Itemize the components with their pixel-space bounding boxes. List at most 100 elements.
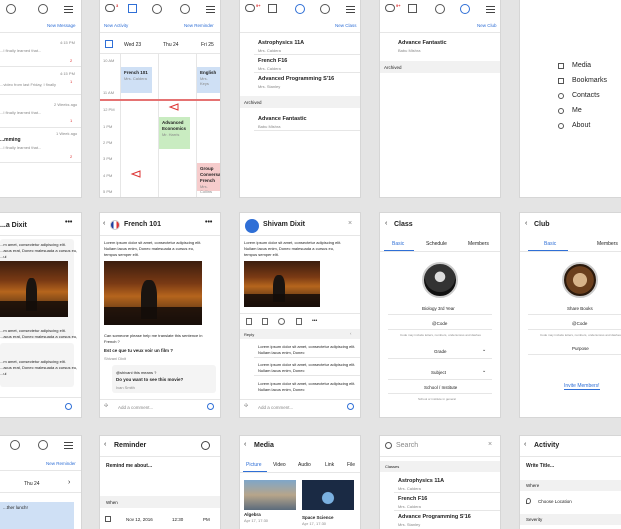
- close-icon[interactable]: ×: [348, 220, 352, 227]
- new-reminder-button[interactable]: New Reminder: [184, 23, 214, 28]
- media-thumb[interactable]: [244, 480, 296, 510]
- tab-basic[interactable]: Basic: [544, 241, 556, 247]
- result-name[interactable]: Astrophysics 11A: [398, 478, 444, 484]
- result-name[interactable]: French F16: [398, 496, 427, 502]
- new-club-button[interactable]: New Club: [477, 23, 497, 28]
- title-input[interactable]: Write Title...: [526, 463, 554, 469]
- trash-icon[interactable]: [296, 318, 302, 325]
- tab-audio[interactable]: Audio: [298, 462, 311, 468]
- club-avatar[interactable]: [562, 262, 598, 298]
- chevron-down-icon[interactable]: ⌄: [482, 347, 486, 353]
- help-icon[interactable]: [201, 441, 210, 450]
- media-thumb[interactable]: [302, 480, 354, 510]
- copy-icon[interactable]: [246, 318, 252, 325]
- tab-members[interactable]: Members: [597, 241, 618, 247]
- close-icon[interactable]: ×: [488, 441, 492, 448]
- back-icon[interactable]: ‹: [385, 220, 387, 227]
- menu-icon[interactable]: [206, 6, 215, 13]
- date-field[interactable]: Nov 12, 2016: [126, 517, 153, 522]
- attach-icon[interactable]: ✣: [104, 403, 108, 409]
- new-message-button[interactable]: New Message: [47, 23, 76, 28]
- code-field[interactable]: @Code: [432, 321, 447, 326]
- menu-item[interactable]: Me: [520, 105, 621, 117]
- profile-tab-icon[interactable]: [6, 4, 16, 14]
- new-activity-button[interactable]: New Activity: [104, 23, 128, 28]
- profile-tab-icon[interactable]: [152, 4, 162, 14]
- chat-icon[interactable]: [245, 4, 255, 12]
- tab-video[interactable]: Video: [273, 462, 286, 468]
- reminder-flag-icon[interactable]: [130, 170, 141, 178]
- back-icon[interactable]: ‹: [524, 441, 526, 448]
- chat-icon[interactable]: [385, 4, 395, 12]
- send-icon[interactable]: [207, 403, 214, 410]
- ampm-field[interactable]: PM: [203, 517, 210, 522]
- calendar-tab-icon[interactable]: [408, 4, 417, 13]
- tab-file[interactable]: File: [347, 462, 355, 468]
- collapse-icon[interactable]: ‹: [350, 331, 352, 336]
- clubs-tab-icon[interactable]: [460, 4, 470, 14]
- back-icon[interactable]: ‹: [103, 220, 105, 227]
- menu-icon[interactable]: [346, 6, 355, 13]
- more-icon[interactable]: •••: [312, 318, 317, 324]
- tab-basic[interactable]: Basic: [392, 241, 404, 247]
- tab-picture[interactable]: Picture: [246, 462, 262, 468]
- calendar-tab-icon[interactable]: [128, 4, 137, 13]
- profile-tab-icon[interactable]: [10, 440, 20, 450]
- menu-icon[interactable]: [64, 6, 73, 13]
- tab-schedule[interactable]: Schedule: [426, 241, 447, 247]
- back-icon[interactable]: ‹: [525, 220, 527, 227]
- event-block[interactable]: Group Conversation French Mrs. Collins: [197, 163, 220, 194]
- post-photo[interactable]: [244, 261, 320, 307]
- send-icon[interactable]: [347, 403, 354, 410]
- back-icon[interactable]: ‹: [244, 441, 246, 448]
- contacts-tab-icon[interactable]: [320, 4, 330, 14]
- event-block[interactable]: ...ther lunch!: [0, 502, 74, 529]
- post-photo[interactable]: [104, 261, 202, 325]
- tab-members[interactable]: Members: [468, 241, 489, 247]
- code-field[interactable]: @Code: [572, 321, 587, 326]
- reminder-flag-icon[interactable]: [168, 103, 179, 111]
- calculator-icon[interactable]: [262, 318, 268, 325]
- purpose-field[interactable]: Purpose: [572, 346, 589, 351]
- new-reminder-button[interactable]: New Reminder: [46, 461, 76, 466]
- profile-tab-icon[interactable]: [435, 4, 445, 14]
- reminder-input[interactable]: Remind me about...: [106, 463, 152, 469]
- post-photo[interactable]: [0, 261, 68, 317]
- event-block[interactable]: Advanced Economics Mr. Harris: [159, 117, 190, 149]
- clock-icon[interactable]: [278, 318, 285, 325]
- calendar-tab-icon[interactable]: [268, 4, 277, 13]
- class-avatar[interactable]: [422, 262, 458, 298]
- invite-members-button[interactable]: Invite Members!: [564, 383, 600, 390]
- result-name[interactable]: Advance Programming S'16: [398, 514, 471, 520]
- menu-icon[interactable]: [64, 442, 73, 449]
- back-icon[interactable]: ‹: [104, 441, 106, 448]
- contacts-tab-icon[interactable]: [38, 440, 48, 450]
- contacts-tab-icon[interactable]: [180, 4, 190, 14]
- comment-input[interactable]: Add a comment...: [258, 405, 293, 410]
- grade-select[interactable]: Grade: [434, 349, 447, 354]
- event-block[interactable]: English Mrs. Keys: [197, 67, 220, 93]
- tab-link[interactable]: Link: [325, 462, 334, 468]
- comment-input[interactable]: Add a comment...: [118, 405, 153, 410]
- school-field[interactable]: School / Institute: [424, 385, 457, 390]
- menu-item[interactable]: Media: [520, 60, 621, 72]
- chevron-right-icon[interactable]: ›: [68, 479, 70, 486]
- menu-item[interactable]: About: [520, 120, 621, 132]
- menu-icon[interactable]: [486, 6, 495, 13]
- chevron-down-icon[interactable]: ⌄: [482, 368, 486, 374]
- date-picker-icon[interactable]: [105, 40, 113, 48]
- more-icon[interactable]: •••: [65, 219, 72, 226]
- new-class-button[interactable]: New Class: [335, 23, 357, 28]
- send-icon[interactable]: [65, 403, 72, 410]
- classes-tab-icon[interactable]: [295, 4, 305, 14]
- contacts-tab-icon[interactable]: [38, 4, 48, 14]
- time-field[interactable]: 12:30: [172, 517, 183, 522]
- search-input[interactable]: Search: [396, 442, 418, 449]
- location-field[interactable]: Choose Location: [538, 499, 572, 504]
- more-icon[interactable]: •••: [205, 219, 212, 226]
- menu-item[interactable]: Contacts: [520, 90, 621, 102]
- event-block[interactable]: French 101 Mrs. Caldera: [121, 67, 152, 93]
- menu-item[interactable]: Bookmarks: [520, 75, 621, 87]
- attach-icon[interactable]: ✣: [244, 403, 248, 409]
- chat-icon[interactable]: [105, 4, 115, 12]
